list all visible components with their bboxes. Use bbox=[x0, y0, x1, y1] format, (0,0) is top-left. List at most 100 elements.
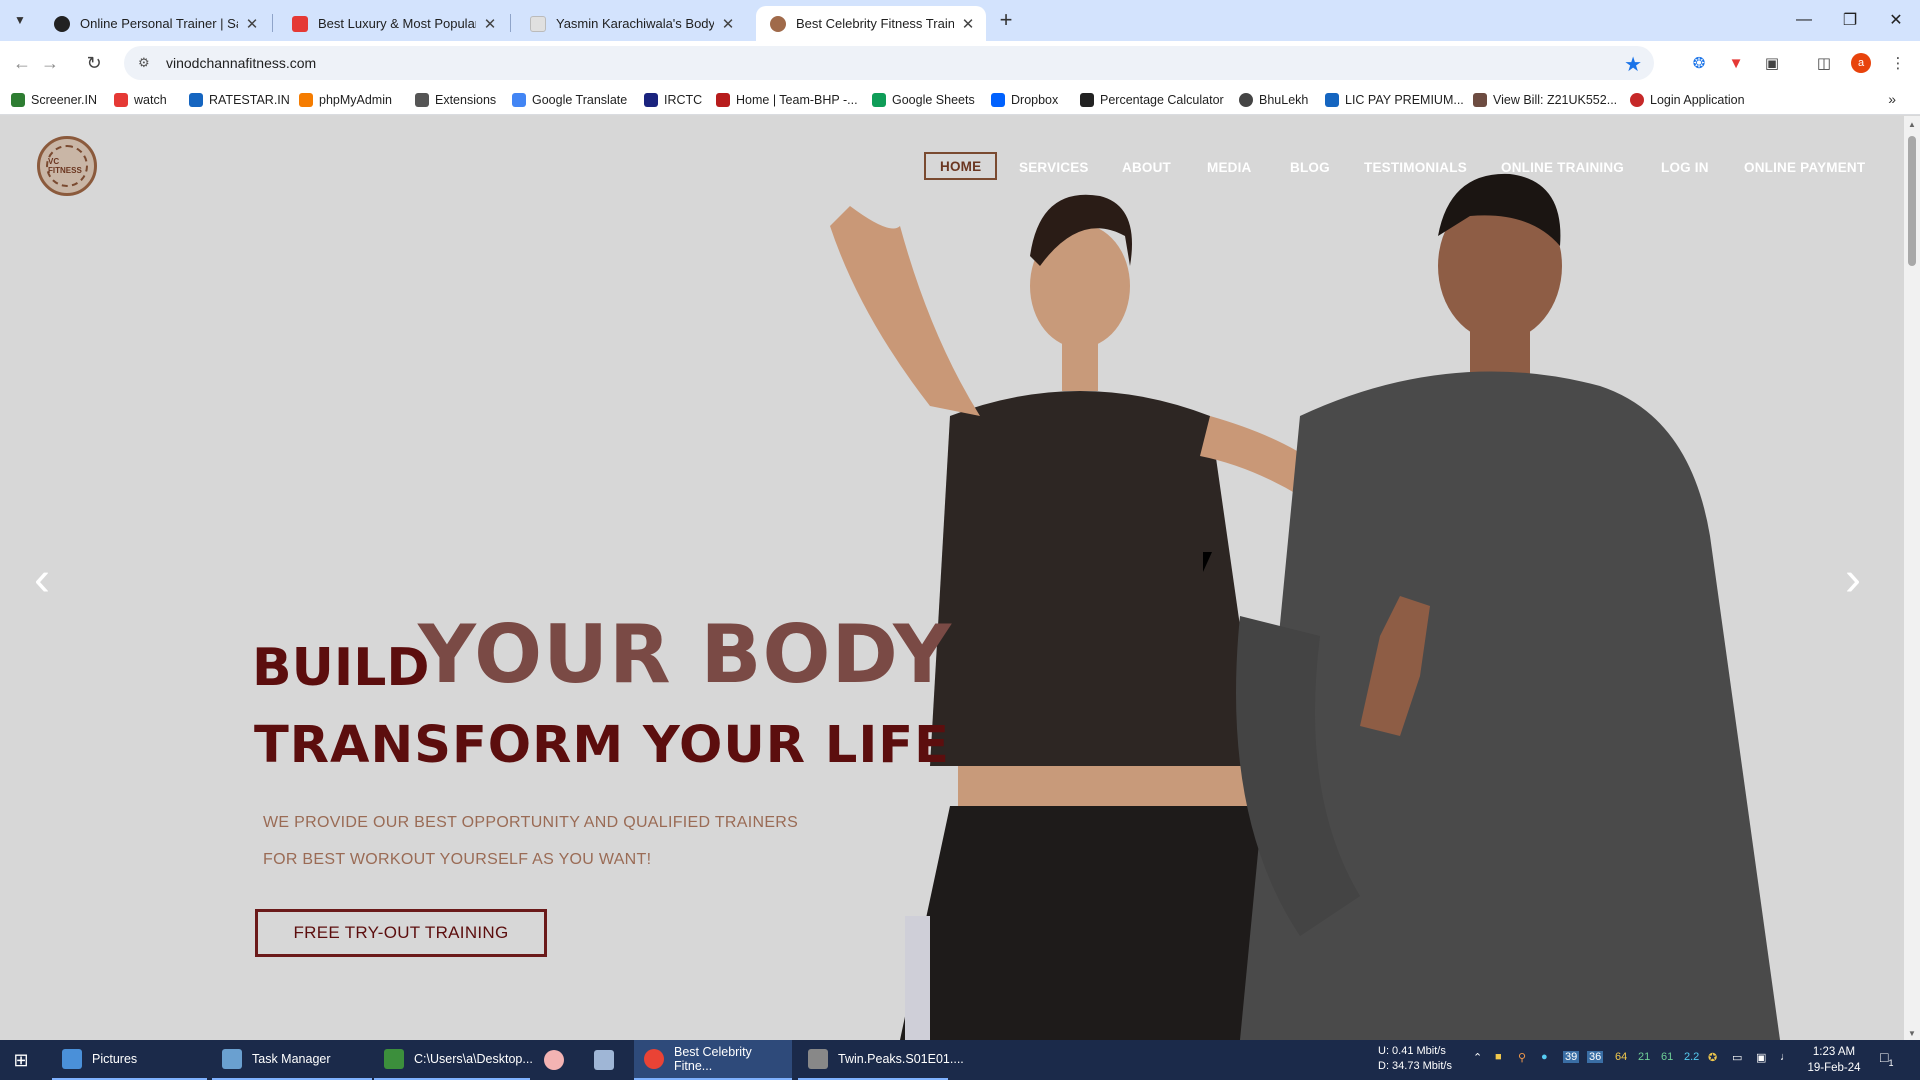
tab-title: Best Celebrity Fitness Trainer in bbox=[796, 16, 954, 31]
shield-extension-icon[interactable]: ▼ bbox=[1726, 53, 1746, 73]
bookmark-percentage-calculator[interactable]: Percentage Calculator bbox=[1080, 91, 1224, 109]
tab-search-chevron-icon[interactable]: ▼ bbox=[8, 8, 32, 32]
extensions-puzzle-icon[interactable]: ▣ bbox=[1762, 53, 1782, 73]
nav-media[interactable]: MEDIA bbox=[1207, 152, 1252, 182]
tray-volume-icon[interactable]: ♩ bbox=[1780, 1051, 1791, 1063]
carousel-next-chevron-icon[interactable]: › bbox=[1845, 556, 1861, 604]
new-tab-plus-icon[interactable]: + bbox=[992, 6, 1020, 34]
tab-title: Yasmin Karachiwala's Bodyimag bbox=[556, 16, 714, 31]
bookmark-irctc[interactable]: IRCTC bbox=[644, 91, 702, 109]
bookmark-screener[interactable]: Screener.IN bbox=[11, 91, 97, 109]
task-manager-icon bbox=[222, 1049, 242, 1069]
tab-close-icon[interactable]: ✕ bbox=[720, 15, 736, 33]
bookmark-label: phpMyAdmin bbox=[319, 93, 392, 107]
translate-icon bbox=[512, 93, 526, 107]
tab-favicon-icon bbox=[770, 15, 786, 32]
taskbar-app-notepad[interactable] bbox=[594, 1040, 618, 1080]
tray-battery-icon[interactable]: ▭ bbox=[1732, 1051, 1742, 1064]
webpage-viewport: VC FITNESS HOME SERVICES ABOUT MEDIA BLO… bbox=[0, 116, 1904, 1040]
bookmark-ratestar[interactable]: RATESTAR.IN bbox=[189, 91, 290, 109]
bookmark-watch[interactable]: watch bbox=[114, 91, 167, 109]
extension-blue-icon[interactable]: ❂ bbox=[1689, 53, 1709, 73]
tray-chevron-up-icon[interactable]: ⌃ bbox=[1473, 1051, 1482, 1064]
nav-services[interactable]: SERVICES bbox=[1019, 152, 1089, 182]
hero-your-body-text: YOUR BODY bbox=[418, 608, 952, 701]
bookmark-view-bill[interactable]: View Bill: Z21UK552... bbox=[1473, 91, 1617, 109]
tab-close-icon[interactable]: ✕ bbox=[960, 15, 976, 33]
nav-testimonials[interactable]: TESTIMONIALS bbox=[1364, 152, 1467, 182]
nav-about[interactable]: ABOUT bbox=[1122, 152, 1171, 182]
bookmark-google-sheets[interactable]: Google Sheets bbox=[872, 91, 975, 109]
scrollbar-thumb[interactable] bbox=[1908, 136, 1916, 266]
nav-online-training[interactable]: ONLINE TRAINING bbox=[1501, 152, 1624, 182]
tab-yasmin-karachiwala[interactable]: Yasmin Karachiwala's Bodyimag ✕ bbox=[516, 6, 746, 41]
tray-app-icon[interactable]: ✪ bbox=[1708, 1051, 1717, 1064]
tray-search-icon[interactable]: ⚲ bbox=[1518, 1051, 1526, 1064]
system-clock[interactable]: 1:23 AM 19-Feb-24 bbox=[1804, 1044, 1864, 1076]
woman-leggings-stripe bbox=[905, 916, 930, 1040]
tray-folder-icon[interactable]: ■ bbox=[1495, 1051, 1502, 1063]
profile-avatar[interactable]: a bbox=[1851, 53, 1871, 73]
bookmark-phpmyadmin[interactable]: phpMyAdmin bbox=[299, 91, 392, 109]
bookmark-star-icon[interactable]: ★ bbox=[1624, 52, 1642, 77]
youtube-icon bbox=[114, 93, 128, 107]
bookmark-label: Login Application bbox=[1650, 93, 1745, 107]
tab-close-icon[interactable]: ✕ bbox=[244, 15, 260, 33]
tab-online-personal-trainer[interactable]: Online Personal Trainer | Sarah ✕ bbox=[40, 6, 270, 41]
upload-speed: U: 0.41 Mbit/s bbox=[1378, 1045, 1446, 1057]
tray-globe-icon[interactable]: ● bbox=[1541, 1051, 1548, 1063]
reload-icon[interactable]: ↻ bbox=[80, 49, 108, 77]
nav-blog[interactable]: BLOG bbox=[1290, 152, 1330, 182]
percent-icon bbox=[1080, 93, 1094, 107]
tab-best-celebrity-fitness[interactable]: Best Celebrity Fitness Trainer in ✕ bbox=[756, 6, 986, 41]
taskbar-chrome[interactable]: Best Celebrity Fitne... bbox=[634, 1040, 792, 1080]
bookmark-extensions[interactable]: Extensions bbox=[415, 91, 496, 109]
scroll-up-arrow-icon[interactable]: ▲ bbox=[1908, 120, 1916, 129]
taskbar-label: Pictures bbox=[92, 1052, 138, 1066]
taskbar-pictures[interactable]: Pictures bbox=[52, 1040, 207, 1080]
carousel-prev-chevron-icon[interactable]: ‹ bbox=[34, 556, 50, 604]
notification-center-icon[interactable]: □1 bbox=[1880, 1049, 1893, 1068]
profile-initial: a bbox=[1857, 57, 1865, 69]
tab-close-icon[interactable]: ✕ bbox=[482, 15, 498, 33]
taskbar-twin-peaks[interactable]: Twin.Peaks.S01E01.... bbox=[798, 1040, 964, 1080]
tab-divider bbox=[272, 14, 273, 32]
windows-start-icon[interactable]: ⊞ bbox=[10, 1050, 32, 1070]
bookmark-lic-pay[interactable]: LIC PAY PREMIUM... bbox=[1325, 91, 1464, 109]
tray-network-icon[interactable]: ▣ bbox=[1756, 1051, 1766, 1064]
site-settings-icon[interactable]: ⚙ bbox=[138, 55, 158, 71]
forward-arrow-icon[interactable]: → bbox=[36, 49, 64, 77]
taskbar-task-manager[interactable]: Task Manager bbox=[212, 1040, 372, 1080]
bookmark-bhulekh[interactable]: BhuLekh bbox=[1239, 91, 1308, 109]
address-bar[interactable]: ⚙ vinodchannafitness.com ★ bbox=[124, 46, 1654, 80]
restore-icon[interactable]: ❐ bbox=[1827, 0, 1873, 40]
menu-kebab-icon[interactable]: ⋮ bbox=[1888, 53, 1908, 73]
woman-leggings bbox=[900, 806, 1290, 1040]
browser-toolbar: ← → ↻ ⚙ vinodchannafitness.com ★ ❂ ▼ ▣ ◫… bbox=[0, 41, 1920, 85]
hero-transform-text: TRANSFORM YOUR LIFE bbox=[254, 716, 950, 775]
minimize-icon[interactable]: — bbox=[1781, 0, 1827, 40]
bookmarks-overflow-chevron-icon[interactable]: » bbox=[1888, 91, 1896, 107]
taskbar-app-pig[interactable] bbox=[544, 1040, 568, 1080]
close-window-icon[interactable]: ✕ bbox=[1873, 0, 1919, 40]
nav-home[interactable]: HOME bbox=[924, 152, 998, 180]
back-arrow-icon[interactable]: ← bbox=[8, 49, 36, 77]
tab-luxury-gym[interactable]: Best Luxury & Most Popular Gy ✕ bbox=[278, 6, 508, 41]
bookmark-dropbox[interactable]: Dropbox bbox=[991, 91, 1058, 109]
nav-log-in[interactable]: LOG IN bbox=[1661, 152, 1709, 182]
lic-icon bbox=[1325, 93, 1339, 107]
bookmark-login-application[interactable]: Login Application bbox=[1630, 91, 1745, 109]
url-text[interactable]: vinodchannafitness.com bbox=[166, 55, 316, 71]
free-tryout-training-button[interactable]: FREE TRY-OUT TRAINING bbox=[255, 909, 547, 957]
bhulekh-icon bbox=[1239, 93, 1253, 107]
pig-app-icon bbox=[544, 1050, 564, 1070]
page-scrollbar[interactable]: ▲ ▼ bbox=[1904, 116, 1920, 1040]
nav-online-payment[interactable]: ONLINE PAYMENT bbox=[1744, 152, 1865, 182]
side-panel-icon[interactable]: ◫ bbox=[1814, 53, 1834, 73]
scroll-down-arrow-icon[interactable]: ▼ bbox=[1908, 1029, 1916, 1038]
logo-text: VC FITNESS bbox=[46, 145, 88, 187]
vc-fitness-logo[interactable]: VC FITNESS bbox=[37, 136, 97, 196]
bookmark-google-translate[interactable]: Google Translate bbox=[512, 91, 627, 109]
taskbar-desktop-file[interactable]: C:\Users\a\Desktop... bbox=[374, 1040, 533, 1080]
bookmark-team-bhp[interactable]: Home | Team-BHP -... bbox=[716, 91, 858, 109]
